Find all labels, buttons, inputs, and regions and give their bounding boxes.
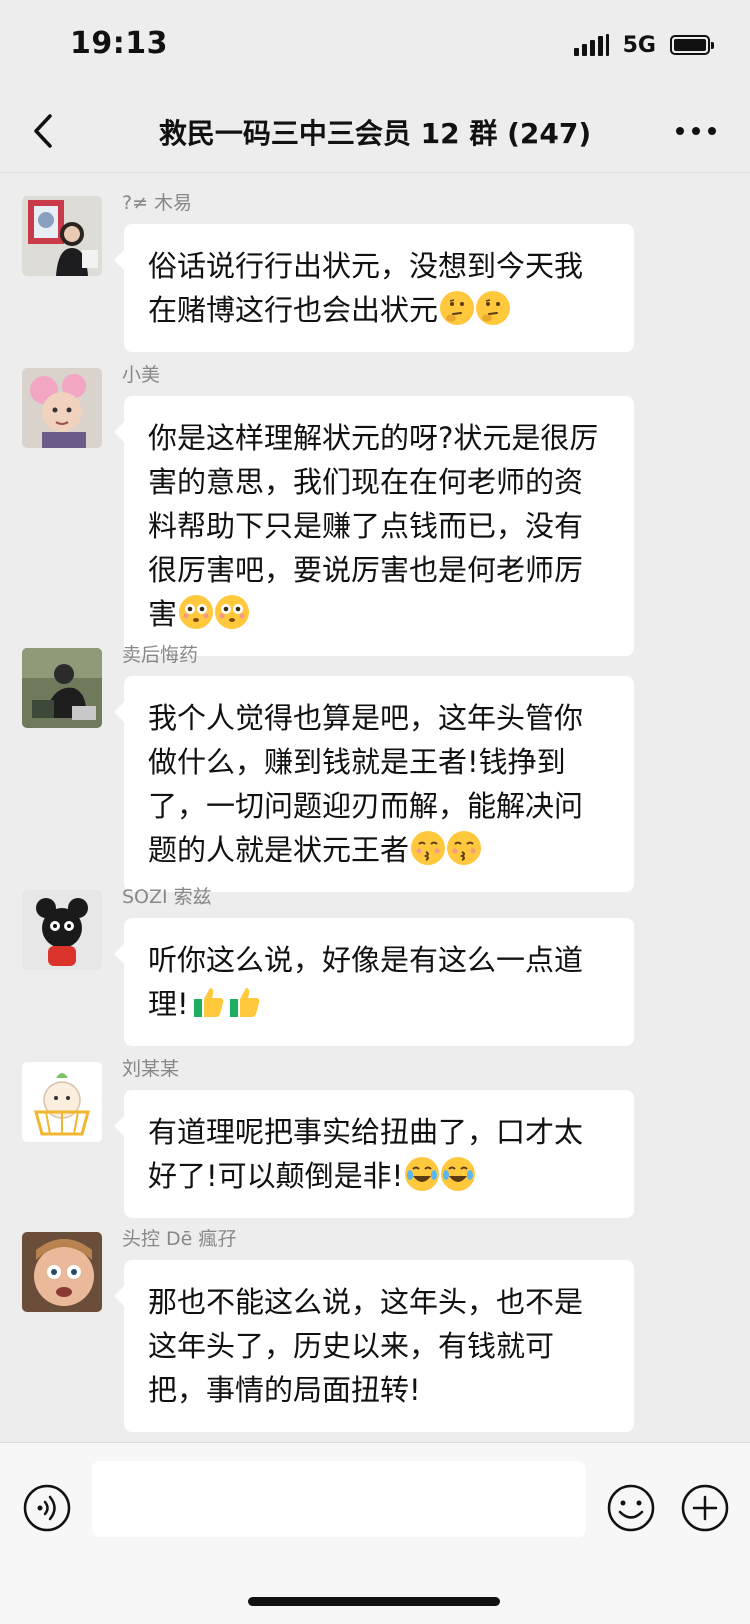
chat-title: 救民一码三中三会员 12 群 (247) [158,117,592,150]
thumbs-up-icon [227,985,261,1019]
thinking-face-icon [440,291,475,325]
back-button[interactable] [20,106,70,156]
message-bubble[interactable]: 俗话说行行出状元，没想到今天我在赌博这行也会出状元 [114,224,634,352]
tears-of-joy-icon [405,1157,440,1191]
sender-name: ?≠ 木易 [122,192,193,214]
status-indicators: 5G [573,30,714,60]
kissing-face-icon [447,831,482,865]
smiley-icon [607,1484,655,1532]
flushed-face-icon [179,595,214,629]
flushed-face-icon [215,595,250,629]
thinking-face-icon [476,291,511,325]
sender-name: SOZI 索兹 [122,886,212,908]
message-text: 我个人觉得也算是吧，这年头管你做什么，赚到钱就是王者!钱挣到了，一切问题迎刃而解… [148,701,584,867]
home-indicator [248,1597,500,1606]
more-functions-button[interactable] [680,1483,730,1533]
message-bubble[interactable]: 我个人觉得也算是吧，这年头管你做什么，赚到钱就是王者!钱挣到了，一切问题迎刃而解… [114,676,634,892]
message-text: 有道理呢把事实给扭曲了，口才太好了!可以颠倒是非! [148,1115,584,1193]
avatar[interactable] [22,368,102,448]
message-bubble[interactable]: 有道理呢把事实给扭曲了，口才太好了!可以颠倒是非! [114,1090,634,1218]
tears-of-joy-icon [441,1157,476,1191]
more-dots-icon [676,127,716,135]
more-options-button[interactable] [668,106,724,156]
avatar[interactable] [22,196,102,276]
sender-name: 卖后悔药 [122,644,199,666]
message-input[interactable] [92,1461,586,1537]
status-time: 19:13 [70,26,168,61]
avatar[interactable] [22,1062,102,1142]
kissing-face-icon [411,831,446,865]
voice-button[interactable] [22,1483,72,1533]
message-bubble[interactable]: 你是这样理解状元的呀?状元是很厉害的意思，我们现在在何老师的资料帮助下只是赚了点… [114,396,634,656]
network-label: 5G [622,32,656,58]
message-bubble[interactable]: 听你这么说，好像是有这么一点道理! [114,918,634,1046]
voice-icon [23,1484,71,1532]
message-bubble[interactable]: 那也不能这么说，这年头，也不是这年头了，历史以来，有钱就可把，事情的局面扭转! [114,1260,634,1432]
message-text: 俗话说行行出状元，没想到今天我在赌博这行也会出状元 [148,249,584,327]
status-bar: 19:13 5G [0,0,750,90]
thumbs-up-icon [191,985,225,1019]
battery-icon [670,35,714,55]
sender-name: 头控 Dē 瘋孖 [122,1228,237,1250]
emoji-button[interactable] [606,1483,656,1533]
sender-name: 小美 [122,364,161,386]
signal-icon [573,34,609,56]
chat-header: 救民一码三中三会员 12 群 (247) [0,90,750,173]
plus-icon [681,1484,729,1532]
input-bar [0,1442,750,1624]
avatar[interactable] [22,1232,102,1312]
avatar[interactable] [22,648,102,728]
avatar[interactable] [22,890,102,970]
message-text: 那也不能这么说，这年头，也不是这年头了，历史以来，有钱就可把，事情的局面扭转! [148,1285,584,1407]
sender-name: 刘某某 [122,1058,180,1080]
chevron-left-icon [34,114,52,148]
